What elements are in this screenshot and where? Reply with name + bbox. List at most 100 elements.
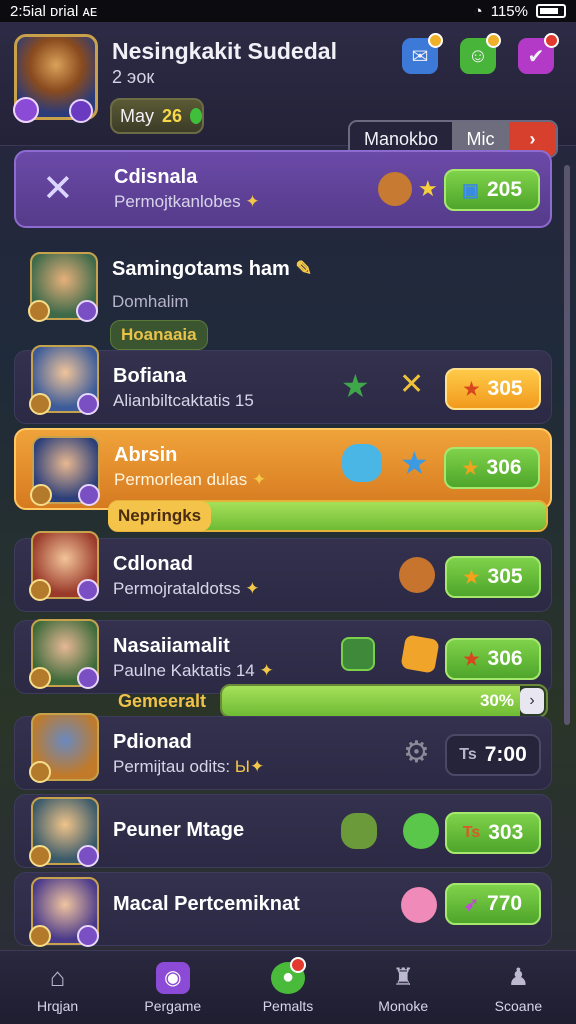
player-name: Nesingkakit Sudedal bbox=[112, 38, 337, 64]
score-value: 306 bbox=[487, 647, 523, 670]
sparkle-icon: ✦ bbox=[245, 579, 260, 598]
row-subtitle-text: Paulne Kaktatis 14 bbox=[113, 661, 255, 680]
nav-label: Scoane bbox=[494, 997, 543, 1014]
player-thumb bbox=[29, 797, 99, 867]
player-thumb bbox=[30, 436, 100, 506]
gem-badge-icon bbox=[77, 667, 99, 689]
row-title: Samingotams ham ✎ bbox=[112, 256, 312, 281]
row-title: Cdisnala bbox=[114, 166, 198, 188]
star-badge-icon bbox=[29, 761, 51, 783]
list-item-highlighted[interactable]: Abrsin Permorlean dulas ✦ ★ ★ 306 bbox=[14, 428, 552, 510]
gem-badge-icon bbox=[77, 393, 99, 415]
list-item[interactable]: Samingotams ham ✎ Domhalim Hoanaaia bbox=[14, 244, 552, 354]
cube-icon bbox=[400, 634, 440, 674]
player-thumb bbox=[29, 713, 99, 783]
row-subtitle-text: Permorlean dulas bbox=[114, 470, 248, 489]
status-time: 2:5ial ᴅrial ᴀᴇ bbox=[10, 2, 98, 20]
feather-icon: ➶ bbox=[463, 893, 480, 914]
pink-pet-icon bbox=[401, 887, 437, 923]
nav-item-scoane[interactable]: ♟ Scoane bbox=[461, 951, 576, 1024]
gem-badge-icon bbox=[76, 300, 98, 322]
gem-badge-icon bbox=[77, 845, 99, 867]
expand-button[interactable]: › bbox=[520, 688, 544, 714]
score-icon-text: Ts bbox=[459, 746, 477, 763]
score-button[interactable]: ➶ 770 bbox=[445, 883, 541, 925]
leaderboard-list: ✕ Cdisnala Permojtkanlobes ✦ ★ ▣ 205 Sami… bbox=[0, 150, 576, 950]
score-button[interactable]: ▣ 205 bbox=[444, 169, 540, 211]
list-item[interactable]: Macal Pertcemiknat ➶ 770 bbox=[14, 872, 552, 947]
row-title: Peuner Mtage bbox=[113, 819, 245, 841]
sparkle-icon: ✦ bbox=[251, 470, 267, 489]
mail-icon[interactable]: ✉ bbox=[402, 33, 443, 74]
status-icons: ◔ 115% bbox=[474, 3, 566, 20]
score-button[interactable]: Ts 303 bbox=[445, 812, 541, 854]
player-thumb bbox=[29, 345, 99, 415]
player-thumb bbox=[29, 531, 99, 601]
sparkle-icon: ✦ bbox=[259, 661, 274, 680]
list-item[interactable]: Peuner Mtage Ts 303 bbox=[14, 794, 552, 868]
row-tag: Hoanaaia bbox=[110, 320, 208, 350]
score-value: 305 bbox=[487, 377, 523, 400]
bottom-nav: ⌂ Hrqjan ◉ Pergame ● Pemalts ♜ Monoke ♟ … bbox=[0, 950, 576, 1024]
month-label: May bbox=[120, 105, 155, 126]
score-button[interactable]: Ts 7:00 bbox=[445, 734, 541, 776]
nav-item-pemalts[interactable]: ● Pemalts bbox=[230, 951, 345, 1024]
player-avatar[interactable] bbox=[13, 34, 98, 123]
list-item[interactable]: ✕ Cdisnala Permojtkanlobes ✦ ★ ▣ 205 bbox=[14, 150, 552, 228]
tasks-badge bbox=[544, 33, 559, 48]
list-item[interactable]: Cdlonad Permojrataldotss ✦ ★ 305 bbox=[14, 531, 552, 612]
score-value: 303 bbox=[488, 821, 524, 844]
score-value: 7:00 bbox=[484, 743, 527, 766]
controller-icon: ◉ bbox=[155, 961, 190, 994]
tasks-icon[interactable]: ✔ bbox=[518, 33, 559, 74]
profile-header: Nesingkakit Sudedal 2 эок ✉ ☺ ✔ May 26 M… bbox=[0, 22, 576, 158]
feather-icon: ✎ bbox=[295, 258, 313, 280]
star-badge-icon bbox=[29, 579, 51, 601]
score-value: 305 bbox=[487, 565, 523, 588]
progress-label: 30% bbox=[479, 691, 514, 710]
row-subtitle: Permijtau odits: Ы✦ bbox=[113, 757, 264, 777]
row-subtitle-text: Permojrataldotss bbox=[113, 579, 241, 598]
crossed-swords-icon: ✕ bbox=[399, 368, 425, 401]
list-scrollbar[interactable] bbox=[564, 165, 570, 725]
friends-icon[interactable]: ☺ bbox=[460, 33, 501, 74]
sparkle-icon: ✦ bbox=[249, 757, 265, 776]
month-selector[interactable]: May 26 bbox=[110, 98, 204, 134]
player-thumb bbox=[29, 877, 99, 947]
score-button[interactable]: ★ 305 bbox=[445, 556, 541, 598]
list-item[interactable]: Nasaiiamalit Paulne Kaktatis 14 ✦ ★ 306 bbox=[14, 619, 552, 694]
score-icon-text: Ts bbox=[462, 824, 481, 841]
gem-badge-icon bbox=[78, 484, 100, 506]
score-button[interactable]: ★ 305 bbox=[445, 368, 541, 410]
list-item[interactable]: Bofiana Alianbiltcaktatis 15 ★ ✕ ★ 305 bbox=[14, 345, 552, 424]
level-gem-icon bbox=[69, 99, 93, 123]
row-tag: Gemeeralt bbox=[118, 690, 207, 711]
star-icon: ★ bbox=[463, 566, 480, 587]
star-badge-icon bbox=[29, 393, 51, 415]
gem-badge-icon bbox=[77, 579, 99, 601]
nav-item-pergame[interactable]: ◉ Pergame bbox=[115, 951, 230, 1024]
blue-pet-icon bbox=[342, 444, 382, 482]
bear-pet-icon bbox=[378, 172, 412, 206]
score-button[interactable]: ★ 306 bbox=[444, 447, 540, 489]
star-badge-icon bbox=[29, 925, 51, 947]
row-subtitle-suffix: Ы bbox=[234, 757, 250, 776]
list-item[interactable]: Pdionad Permijtau odits: Ы✦ ⚙ Ts 7:00 bbox=[14, 713, 552, 790]
score-button[interactable]: ★ 306 bbox=[445, 638, 541, 680]
chest-icon: ▣ bbox=[461, 179, 479, 200]
row-subtitle: Paulne Kaktatis 14 ✦ bbox=[113, 661, 274, 681]
row-title: Macal Pertcemiknat bbox=[113, 893, 300, 915]
score-value: 205 bbox=[486, 178, 523, 201]
nav-item-home[interactable]: ⌂ Hrqjan bbox=[0, 951, 115, 1024]
row-subtitle: Permojrataldotss ✦ bbox=[113, 579, 260, 599]
player-subtitle: 2 эок bbox=[112, 67, 155, 87]
nav-label: Pergame bbox=[144, 997, 202, 1014]
battery-icon bbox=[536, 4, 566, 18]
row-subtitle: Alianbiltcaktatis 15 bbox=[113, 391, 254, 410]
star-icon: ★ bbox=[463, 378, 480, 399]
star-badge-icon bbox=[29, 667, 51, 689]
row-title: Pdionad bbox=[113, 731, 192, 753]
gem-badge-icon bbox=[77, 925, 99, 947]
nav-item-monoke[interactable]: ♜ Monoke bbox=[346, 951, 461, 1024]
star-icon: ★ bbox=[462, 457, 479, 478]
